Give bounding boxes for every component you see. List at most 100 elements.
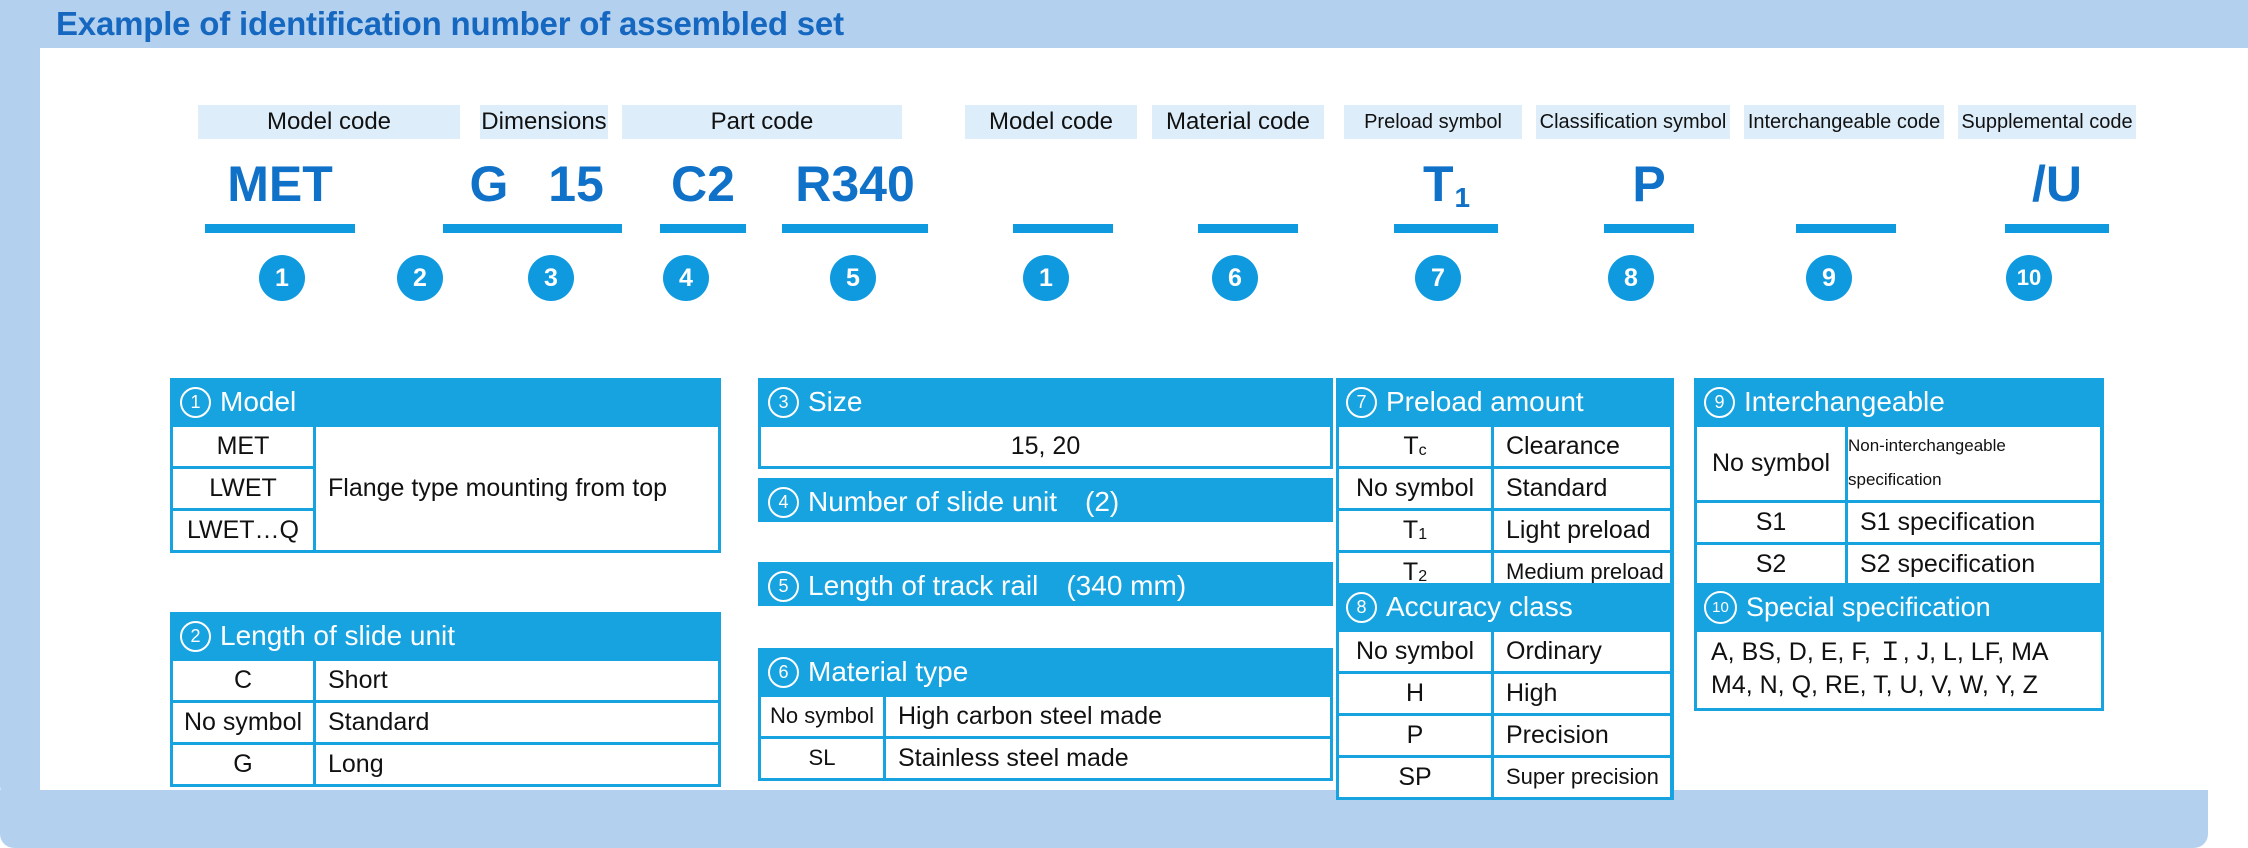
table-accuracy-class: 8Accuracy classNo symbolOrdinaryHHighPPr… xyxy=(1336,583,1674,800)
table-row: No symbolNon-interchangeable specificati… xyxy=(1694,427,2104,503)
code-underline-5 xyxy=(782,224,928,233)
table-accuracy-class-value: High xyxy=(1494,674,1670,713)
table-row: HHigh xyxy=(1336,674,1674,716)
code-label-6: Model code xyxy=(965,105,1137,139)
table-accuracy-class-key: P xyxy=(1339,716,1491,755)
code-value-subscript: 1 xyxy=(1454,182,1470,213)
table-preload-amount-header: 7Preload amount xyxy=(1336,378,1674,427)
code-number-badge-1: 1 xyxy=(259,255,305,301)
table-row: SPSuper precision xyxy=(1336,758,1674,800)
code-value-text: T xyxy=(1423,156,1454,212)
table-preload-amount-key: Tc xyxy=(1339,427,1491,466)
table-preload-amount-value: Light preload xyxy=(1494,511,1670,550)
table-material-type-header: 6Material type xyxy=(758,648,1333,697)
code-number-badge-6: 6 xyxy=(1212,255,1258,301)
code-value-text: R340 xyxy=(795,156,915,212)
table-length-of-slide-unit-title: Length of slide unit xyxy=(220,616,455,656)
code-label-7: Material code xyxy=(1152,105,1324,139)
table-preload-amount-key-subscript: 1 xyxy=(1418,518,1427,552)
code-value-11: /U xyxy=(2005,155,2109,213)
table-model-key: LWET xyxy=(173,469,313,508)
table-model-merged-value: Flange type mounting from top xyxy=(316,427,718,550)
circled-number-icon: 8 xyxy=(1346,592,1377,623)
table-row: TcClearance xyxy=(1336,427,1674,469)
code-number-badge-3: 3 xyxy=(528,255,574,301)
table-interchangeable-key: No symbol xyxy=(1697,427,1845,500)
circled-number-icon: 9 xyxy=(1704,387,1735,418)
table-row: CShort xyxy=(170,661,721,703)
code-label-3: Part code xyxy=(622,105,902,139)
code-label-11: Supplemental code xyxy=(1958,105,2136,139)
table-model: 1 Model METLWETLWET…QFlange type mounting … xyxy=(170,378,721,553)
table-material-type: 6Material typeNo symbolHigh carbon steel… xyxy=(758,648,1333,781)
table-special-specification: 10 Special specification A, BS, D, E, F, Ｉ… xyxy=(1694,583,2104,711)
table-length-of-slide-unit-key: C xyxy=(173,661,313,700)
table-size-header: 3Size xyxy=(758,378,1333,427)
circled-number-icon: 4 xyxy=(768,487,799,518)
frame-right-pad xyxy=(2208,790,2248,848)
code-number-badge-7: 7 xyxy=(1415,255,1461,301)
table-length-of-slide-unit-key: G xyxy=(173,745,313,784)
code-value-9: P xyxy=(1604,155,1694,213)
table-preload-amount-value: Standard xyxy=(1494,469,1670,508)
table-row: PPrecision xyxy=(1336,716,1674,758)
special-specification-values: A, BS, D, E, F, Ｉ, J, L, LF, MAM4, N, Q,… xyxy=(1697,632,2101,708)
special-specification-line-2: M4, N, Q, RE, T, U, V, W, Y, Z xyxy=(1711,669,2101,702)
table-special-specification-header: 10 Special specification xyxy=(1694,583,2104,632)
code-label-10: Interchangeable code xyxy=(1744,105,1944,139)
code-value-5: R340 xyxy=(782,155,928,213)
identification-code-strip: Model codeMET1DimensionsG2Part code153C2… xyxy=(0,0,2248,340)
code-number-badge-2: 2 xyxy=(397,255,443,301)
table-row: 15, 20 xyxy=(758,427,1333,469)
code-number-badge-9: 9 xyxy=(1806,255,1852,301)
table-interchangeable-key: S2 xyxy=(1697,545,1845,584)
table-row: GLong xyxy=(170,745,721,787)
circled-number-icon: 1 xyxy=(180,387,211,418)
table-row: SLStainless steel made xyxy=(758,739,1333,781)
table-material-type-value: High carbon steel made xyxy=(886,697,1330,736)
code-underline-1 xyxy=(205,224,355,233)
code-number-badge-5: 5 xyxy=(830,255,876,301)
code-underline-3 xyxy=(530,224,622,233)
code-value-2: G xyxy=(443,155,535,213)
code-underline-7 xyxy=(1198,224,1298,233)
code-underline-9 xyxy=(1604,224,1694,233)
code-value-text: P xyxy=(1632,156,1665,212)
code-underline-10 xyxy=(1796,224,1896,233)
table-accuracy-class-key: SP xyxy=(1339,758,1491,797)
table-interchangeable-value: Non-interchangeable specification xyxy=(1848,427,2100,500)
table-special-specification-title: Special specification xyxy=(1746,587,1991,627)
table-material-type-value: Stainless steel made xyxy=(886,739,1330,778)
table-interchangeable: 9InterchangeableNo symbolNon-interchange… xyxy=(1694,378,2104,587)
code-underline-2 xyxy=(443,224,535,233)
table-length-of-slide-unit-key: No symbol xyxy=(173,703,313,742)
frame-bottom-band xyxy=(0,790,2208,848)
table-model-title: Model xyxy=(220,382,296,422)
table-accuracy-class-value: Precision xyxy=(1494,716,1670,755)
circled-number-icon: 10 xyxy=(1704,591,1737,624)
table-length-of-slide-unit: 2Length of slide unitCShortNo symbolStan… xyxy=(170,612,721,787)
table-size: 3Size15, 20 xyxy=(758,378,1333,469)
table-length-of-slide-unit-value: Long xyxy=(316,745,718,784)
table-preload-amount-title: Preload amount xyxy=(1386,382,1584,422)
table-interchangeable-key: S1 xyxy=(1697,503,1845,542)
table-material-type-title: Material type xyxy=(808,652,968,692)
code-value-text: G xyxy=(470,156,509,212)
table-row: No symbolHigh carbon steel made xyxy=(758,697,1333,739)
table-preload-amount-key: No symbol xyxy=(1339,469,1491,508)
table-number-of-slide-unit-title: Number of slide unit (2) xyxy=(808,482,1119,522)
table-preload-amount: 7Preload amountTcClearanceNo symbolStand… xyxy=(1336,378,1674,595)
table-row: No symbolStandard xyxy=(1336,469,1674,511)
code-label-9: Classification symbol xyxy=(1536,105,1730,139)
merged-row-group: METLWETLWET…QFlange type mounting from t… xyxy=(170,427,721,553)
code-value-text: MET xyxy=(227,156,333,212)
code-value-8: T1 xyxy=(1394,155,1498,221)
table-size-value: 15, 20 xyxy=(761,427,1330,466)
table-accuracy-class-header: 8Accuracy class xyxy=(1336,583,1674,632)
table-preload-amount-value: Clearance xyxy=(1494,427,1670,466)
table-row: S1S1 specification xyxy=(1694,503,2104,545)
code-number-badge-8: 8 xyxy=(1608,255,1654,301)
circled-number-icon: 5 xyxy=(768,571,799,602)
circled-number-icon: 3 xyxy=(768,387,799,418)
table-material-type-key: No symbol xyxy=(761,697,883,736)
